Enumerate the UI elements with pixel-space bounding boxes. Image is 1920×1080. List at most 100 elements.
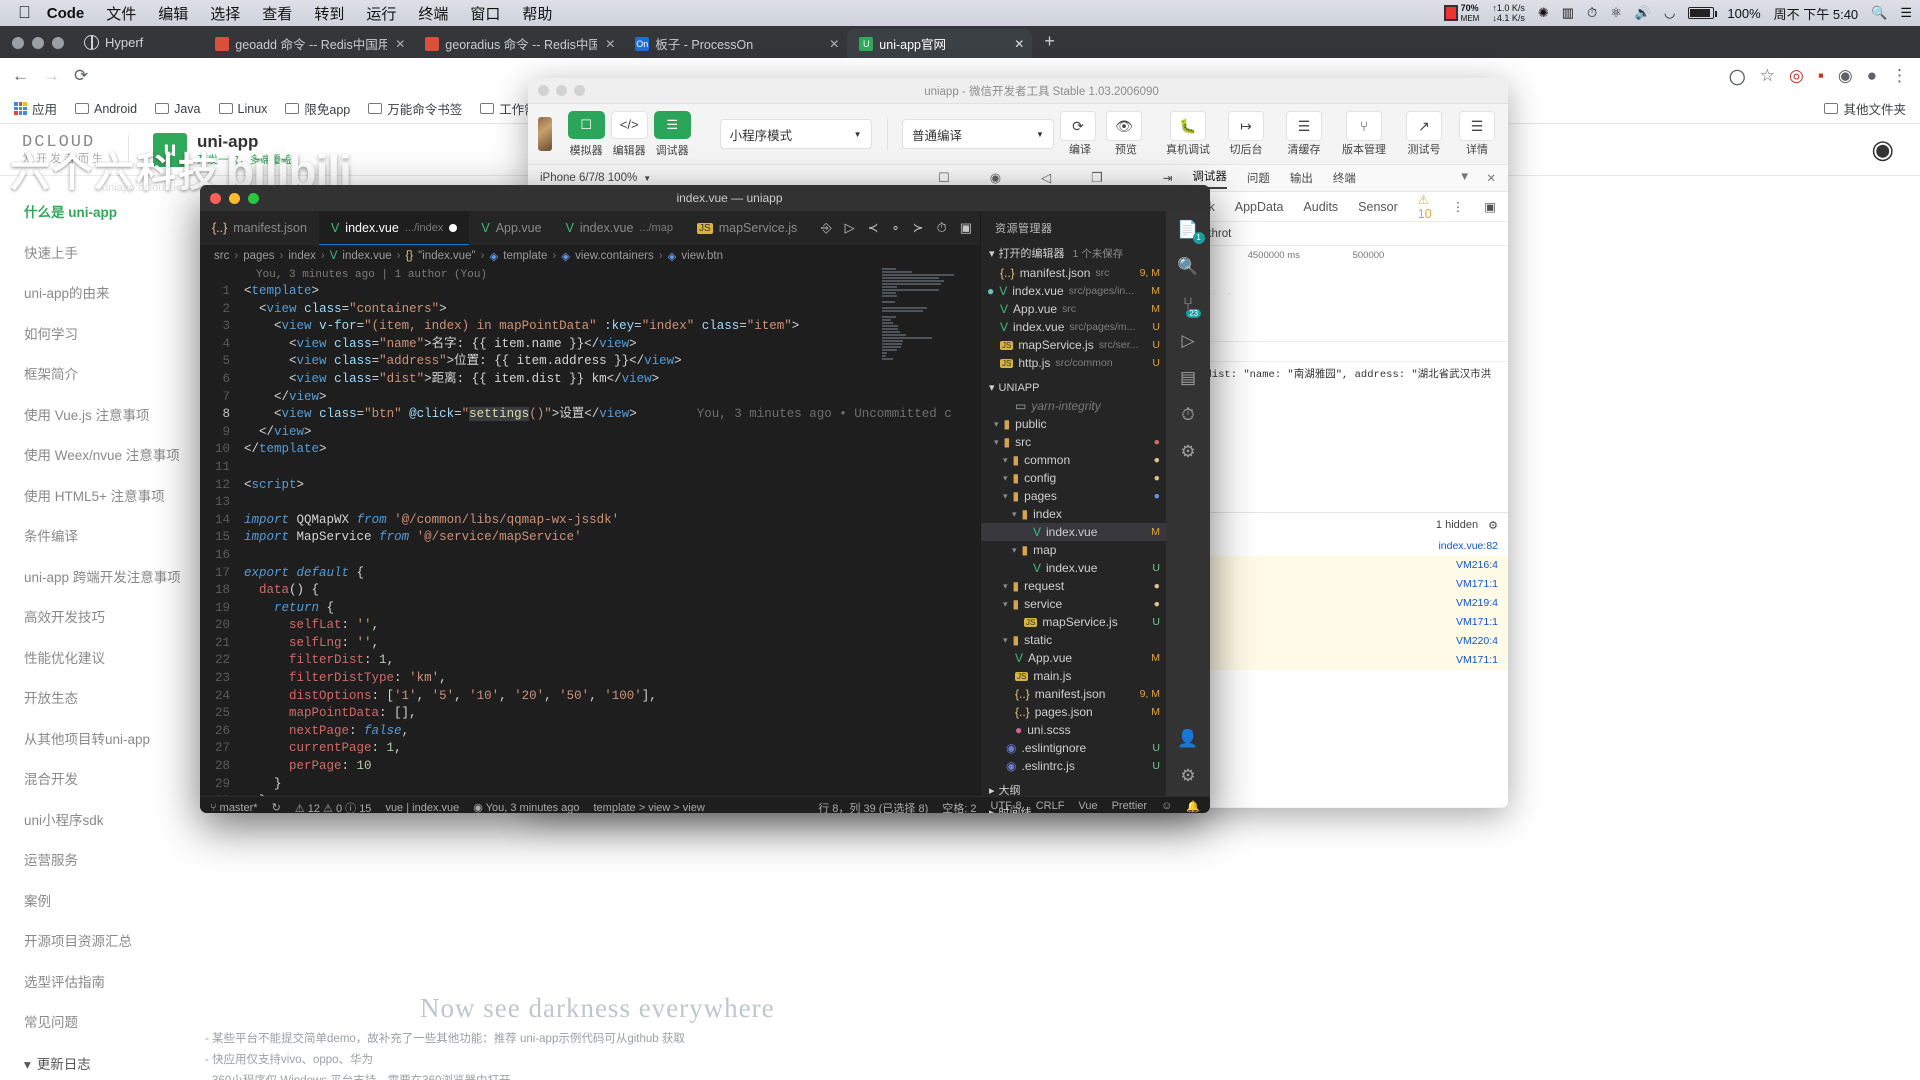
file-tree-row[interactable]: ▭yarn-integrity xyxy=(981,397,1166,415)
extension-gray-icon[interactable]: ◉ xyxy=(1838,66,1853,86)
sidebar-item-migrate[interactable]: 从其他项目转uni-app xyxy=(24,725,200,755)
menu-item-edit[interactable]: 编辑 xyxy=(158,3,188,24)
close-tab-icon[interactable]: ✕ xyxy=(1014,37,1024,51)
open-editor-row[interactable]: JSmapService.jssrc/ser...U xyxy=(981,336,1166,354)
status-feedback-icon[interactable]: ☺ xyxy=(1161,800,1172,814)
sidebar-item-origin[interactable]: uni-app的由来 xyxy=(24,279,200,309)
shield-icon[interactable]: ⚛ xyxy=(1610,5,1622,21)
back-icon[interactable]: ≺ xyxy=(868,220,879,236)
editor-tab-index-vue[interactable]: V index.vue .../index xyxy=(319,211,469,245)
memory-indicator[interactable]: 70%MEM xyxy=(1444,3,1480,24)
window-controls[interactable] xyxy=(8,37,74,58)
code-line[interactable]: 13 xyxy=(200,494,980,512)
profile-avatar[interactable]: ● xyxy=(1867,66,1877,86)
close-tab-icon[interactable]: ✕ xyxy=(395,37,405,51)
editor-tab-map-index-vue[interactable]: V index.vue .../map xyxy=(554,211,685,245)
status-branch[interactable]: ⑂ master* xyxy=(210,802,258,814)
file-tree-row[interactable]: ▾▮service● xyxy=(981,595,1166,613)
sidebar-item-weex-notes[interactable]: 使用 Weex/nvue 注意事项 xyxy=(24,441,200,471)
bookmark-star-icon[interactable]: ☆ xyxy=(1760,66,1775,86)
sidebar-item-opensource[interactable]: 开源项目资源汇总 xyxy=(24,927,200,957)
close-tab-icon[interactable]: ✕ xyxy=(605,37,615,51)
outline-group[interactable]: ▸ 大纲 xyxy=(981,779,1166,801)
rotate-icon[interactable]: ☐ xyxy=(938,170,950,186)
sidebar-item-performance[interactable]: 性能优化建议 xyxy=(24,644,200,674)
settings-gear-icon[interactable]: ⚙ xyxy=(1180,766,1195,786)
simulator-button[interactable]: ☐ 模拟器 xyxy=(568,111,605,158)
file-tree-row[interactable]: Vindex.vueM xyxy=(981,523,1166,541)
sidebar-item-mp-sdk[interactable]: uni小程序sdk xyxy=(24,806,200,836)
clock-icon[interactable]: ⏱ xyxy=(1181,405,1194,425)
code-line[interactable]: 8 <view class="btn" @click="settings()">… xyxy=(200,406,980,424)
bookmark-android[interactable]: Android xyxy=(75,102,137,116)
sidebar-item-vuejs-notes[interactable]: 使用 Vue.js 注意事项 xyxy=(24,401,200,431)
breadcrumb-pages[interactable]: pages xyxy=(243,250,274,262)
reload-icon[interactable]: ⟳ xyxy=(74,66,88,86)
battery-icon[interactable] xyxy=(1688,7,1714,19)
file-tree-row[interactable]: ▾▮common● xyxy=(981,451,1166,469)
project-group[interactable]: ▾ UNIAPP xyxy=(981,378,1166,397)
preview-action[interactable]: 👁 预览 xyxy=(1106,111,1146,157)
real-device-debug-action[interactable]: 🐛 真机调试 xyxy=(1162,111,1214,157)
open-editor-row[interactable]: VApp.vuesrcM xyxy=(981,300,1166,318)
code-line[interactable]: 18 data() { xyxy=(200,582,980,600)
warning-badge[interactable]: ⚠ 10 xyxy=(1418,192,1432,221)
run-icon[interactable]: ▷ xyxy=(845,220,855,236)
file-tree-row[interactable]: ◉.eslintrc.jsU xyxy=(981,757,1166,775)
chevron-down-icon[interactable]: ▼ xyxy=(1459,171,1470,185)
wifi-icon[interactable]: ◡ xyxy=(1664,5,1675,21)
more-icon[interactable]: ⋮ xyxy=(1452,199,1465,214)
code-line[interactable]: 24 distOptions: ['1', '5', '10', '20', '… xyxy=(200,688,980,706)
status-bell-icon[interactable]: 🔔 xyxy=(1186,800,1200,814)
file-tree-row[interactable]: Vindex.vueU xyxy=(981,559,1166,577)
panel-tab-problems[interactable]: 问题 xyxy=(1247,170,1270,186)
console-link[interactable]: VM219:4 xyxy=(1456,596,1498,611)
status-eol[interactable]: CRLF xyxy=(1036,800,1065,814)
code-line[interactable]: 21 selfLng: '', xyxy=(200,635,980,653)
menu-item-view[interactable]: 查看 xyxy=(262,3,292,24)
browser-tab-processon[interactable]: On 板子 - ProcessOn ✕ xyxy=(623,29,847,58)
devtools-tab-appdata[interactable]: AppData xyxy=(1235,200,1284,214)
browser-tab-georadius[interactable]: georadius 命令 -- Redis中国用 ✕ xyxy=(413,29,623,58)
account-icon[interactable]: 👤 xyxy=(1177,729,1198,749)
open-editor-row[interactable]: {..}manifest.jsonsrc9, M xyxy=(981,264,1166,282)
file-tree-row[interactable]: {..}pages.jsonM xyxy=(981,703,1166,721)
code-line[interactable]: 26 nextPage: false, xyxy=(200,723,980,741)
menu-item-terminal[interactable]: 终端 xyxy=(418,3,448,24)
sidebar-item-hybrid[interactable]: 混合开发 xyxy=(24,765,200,795)
sidebar-item-html5-notes[interactable]: 使用 HTML5+ 注意事项 xyxy=(24,482,200,512)
file-tree-row[interactable]: JSmain.js xyxy=(981,667,1166,685)
code-content[interactable]: 1<template>2 <view class="containers">3 … xyxy=(200,283,980,796)
devtools-tab-sensor[interactable]: Sensor xyxy=(1358,200,1398,214)
file-tree-row[interactable]: ◉.eslintignoreU xyxy=(981,739,1166,757)
chrome-menu-icon[interactable]: ⋮ xyxy=(1891,66,1908,86)
open-editor-row[interactable]: Vindex.vuesrc/pages/m...U xyxy=(981,318,1166,336)
open-editor-row[interactable]: ●Vindex.vuesrc/pages/in...M xyxy=(981,282,1166,300)
translate-icon[interactable]: 〇 xyxy=(1729,64,1746,89)
forward-icon[interactable]: → xyxy=(43,66,60,86)
status-problems[interactable]: ⚠ 12 ⚠ 0 ⓘ 15 xyxy=(295,800,372,814)
code-line[interactable]: 29 } xyxy=(200,776,980,794)
file-tree-row[interactable]: ▾▮index xyxy=(981,505,1166,523)
version-control-action[interactable]: ⑂ 版本管理 xyxy=(1336,111,1392,157)
breadcrumb-template[interactable]: template xyxy=(503,250,547,262)
extensions-icon[interactable]: ▤ xyxy=(1180,368,1196,388)
code-line[interactable]: 16 xyxy=(200,547,980,565)
breadcrumb-index[interactable]: index xyxy=(288,250,316,262)
browser-tab-uniapp[interactable]: U uni-app官网 ✕ xyxy=(847,29,1032,58)
sidebar-item-operations[interactable]: 运营服务 xyxy=(24,846,200,876)
network-indicator[interactable]: ↑1.0 K/s↓4.1 K/s xyxy=(1492,3,1525,23)
code-line[interactable]: 6 <view class="dist">距离: {{ item.dist }}… xyxy=(200,371,980,389)
code-line[interactable]: 1<template> xyxy=(200,283,980,301)
code-line[interactable]: 25 mapPointData: [], xyxy=(200,705,980,723)
mode-select[interactable]: 小程序模式 ▼ xyxy=(720,119,872,149)
file-tree-row[interactable]: ▾▮config● xyxy=(981,469,1166,487)
console-link[interactable]: VM171:1 xyxy=(1456,577,1498,592)
compile-action[interactable]: ⟳ 编译 xyxy=(1060,111,1100,157)
code-line[interactable]: 2 <view class="containers"> xyxy=(200,301,980,319)
menu-item-run[interactable]: 运行 xyxy=(366,3,396,24)
close-tab-icon[interactable]: ✕ xyxy=(829,37,839,51)
sidebar-item-efficiency[interactable]: 高效开发技巧 xyxy=(24,603,200,633)
code-line[interactable]: 7 </view> xyxy=(200,389,980,407)
sidebar-group-changelog[interactable]: ▾ 更新日志 xyxy=(24,1058,200,1072)
